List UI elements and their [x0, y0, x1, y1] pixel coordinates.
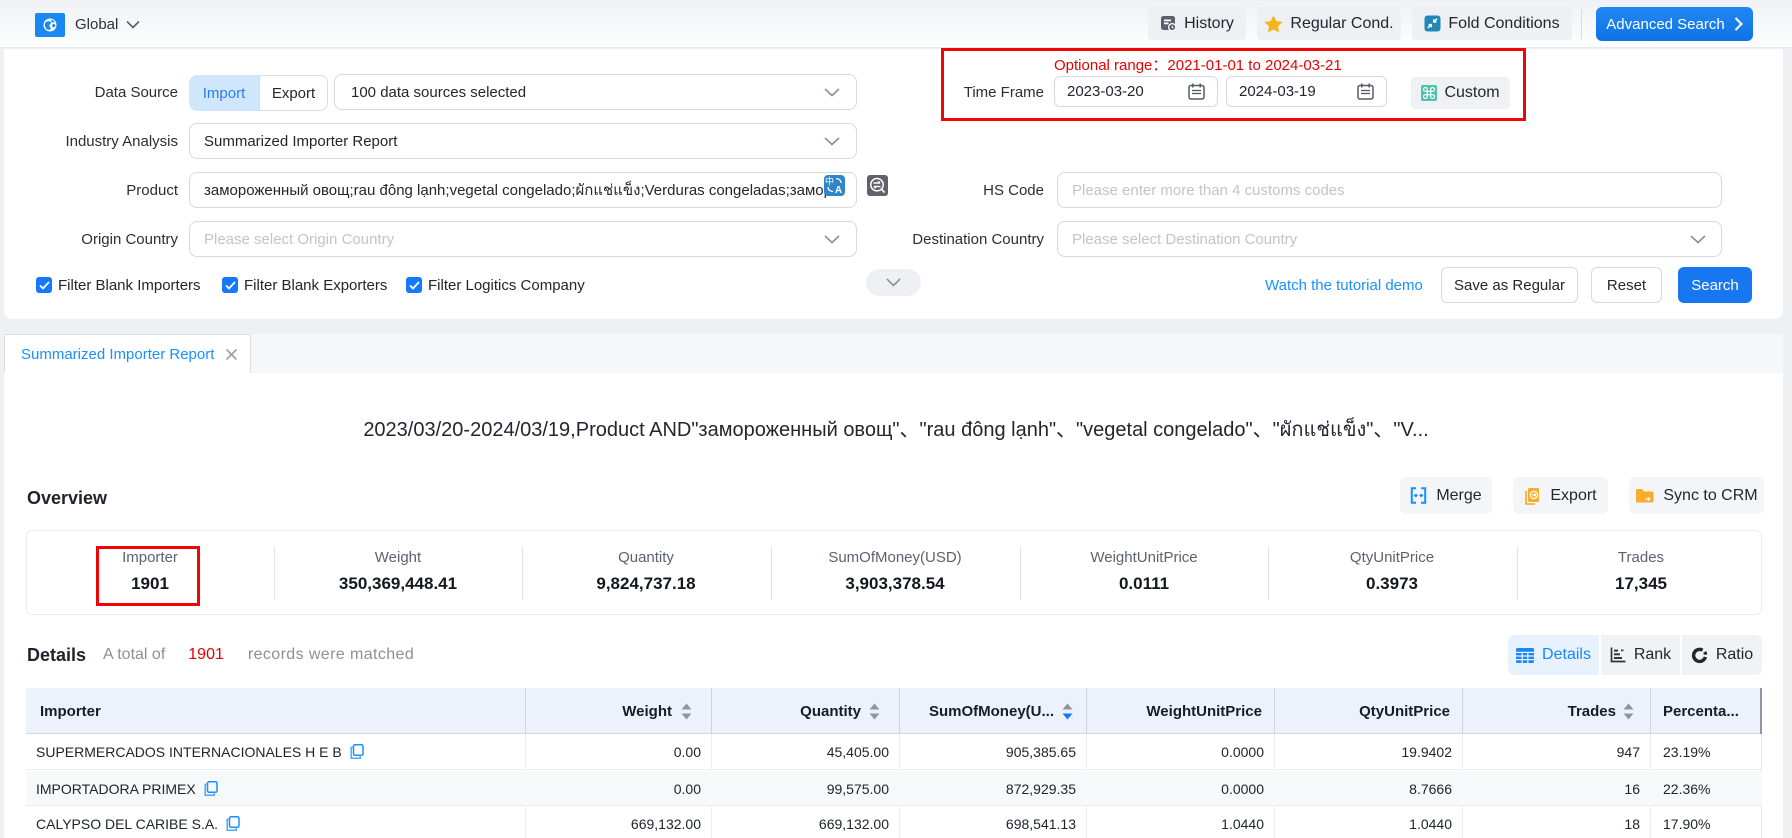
svg-text:中: 中 — [825, 176, 834, 187]
svg-text:A: A — [835, 185, 842, 196]
